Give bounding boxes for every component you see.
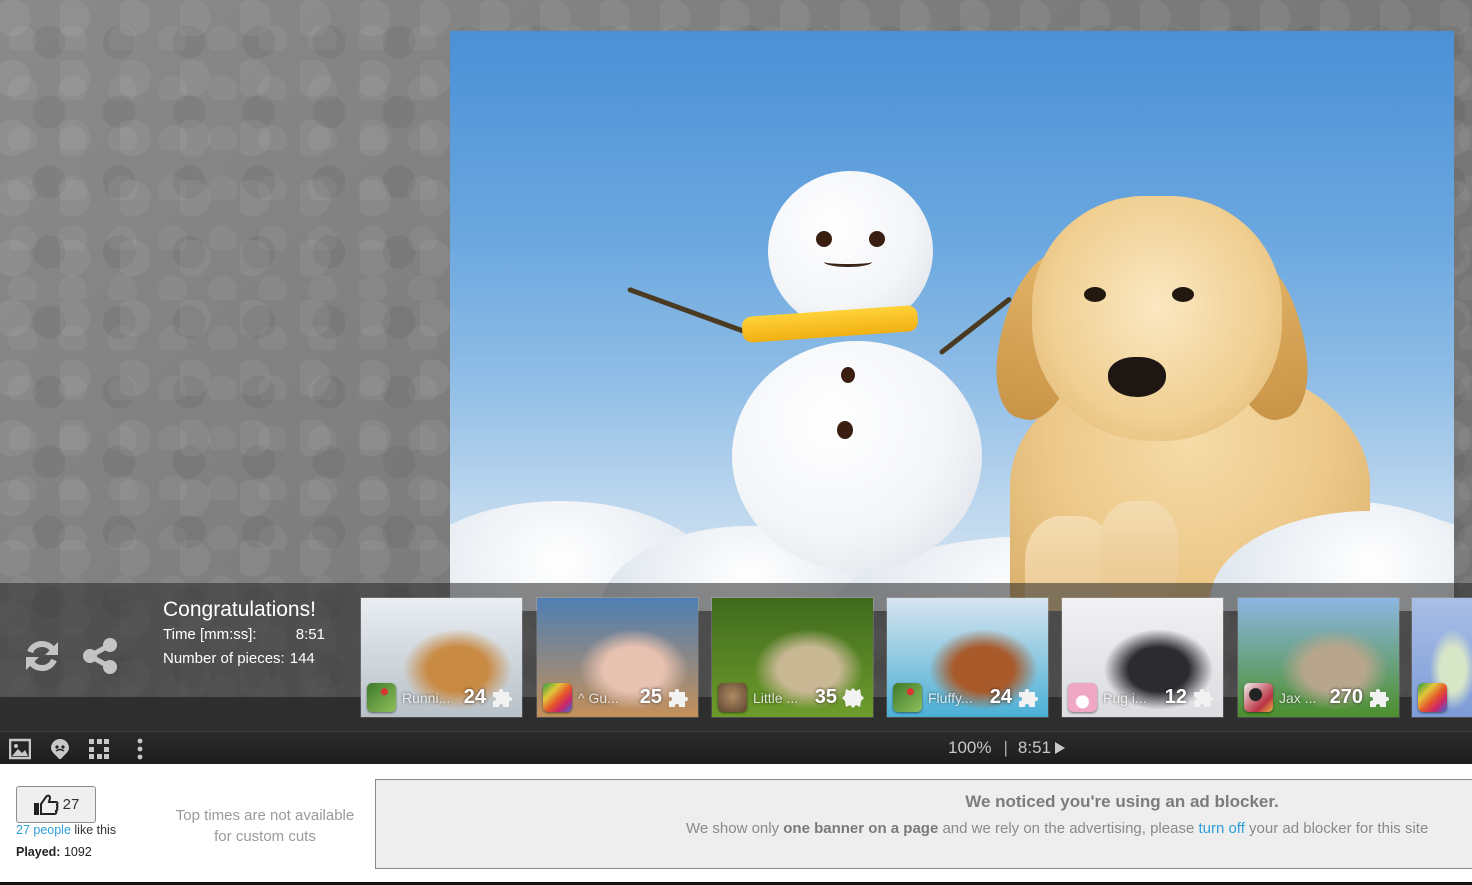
- rainbow-avatar-icon[interactable]: [1418, 683, 1447, 712]
- puzzle-image[interactable]: [450, 31, 1454, 611]
- suggested-puzzle-card[interactable]: Runni... 24: [360, 597, 523, 718]
- bird-avatar-icon[interactable]: [367, 683, 396, 712]
- dog-eye: [1172, 287, 1194, 302]
- msg-text: We show only: [686, 820, 784, 837]
- snowman-bottom: [732, 341, 982, 571]
- puzzle-title: Jax ...: [1279, 690, 1317, 706]
- image-icon[interactable]: [9, 738, 31, 760]
- top-times-line: for custom cuts: [214, 828, 316, 845]
- likers-link[interactable]: 27 people: [16, 823, 71, 837]
- top-times-notice: Top times are not available for custom c…: [160, 805, 370, 847]
- status-readout: 100% | 8:51: [948, 738, 1066, 758]
- grid-icon[interactable]: [88, 738, 110, 760]
- play-icon[interactable]: [1054, 741, 1066, 755]
- piece-count: 25: [639, 686, 662, 708]
- toolbar: 100% | 8:51: [0, 731, 1472, 764]
- adblock-title: We noticed you're using an ad blocker.: [965, 792, 1279, 811]
- suggested-puzzle-card[interactable]: Little ... 35: [711, 597, 874, 718]
- separator: |: [1003, 738, 1008, 757]
- suggested-puzzle-card[interactable]: ^ Gu... 25: [536, 597, 699, 718]
- snowman-arm: [626, 286, 751, 336]
- likes-suffix: like this: [70, 823, 117, 837]
- puzzle-title: Runni...: [402, 690, 451, 706]
- puzzle-piece-icon: [493, 689, 512, 707]
- congrats-title: Congratulations!: [163, 598, 316, 621]
- rainbow-avatar-icon[interactable]: [543, 683, 572, 712]
- like-count: 27: [62, 796, 80, 813]
- turn-off-link[interactable]: turn off: [1198, 820, 1244, 837]
- played-count: Played: 1092: [16, 845, 92, 859]
- refresh-icon[interactable]: [22, 636, 62, 676]
- piece-count: 24: [989, 686, 1012, 708]
- snowman-scarf: [741, 304, 919, 344]
- puzzle-title: Fluffy...: [928, 690, 973, 706]
- time-label: Time [mm:ss]:: [163, 626, 257, 643]
- cat-avatar-icon[interactable]: [718, 683, 747, 712]
- time-value: 8:51: [295, 626, 325, 643]
- hamster-avatar-icon[interactable]: [1068, 683, 1097, 712]
- dog-avatar-icon[interactable]: [1244, 683, 1273, 712]
- snowman-eye: [816, 231, 832, 247]
- time-row: Time [mm:ss]: 8:51: [163, 623, 325, 647]
- pieces-row: Number of pieces: 144: [163, 647, 325, 671]
- more-vertical-icon[interactable]: [129, 738, 151, 760]
- puzzle-title: ^ Gu...: [578, 690, 619, 706]
- completion-summary: Congratulations! Time [mm:ss]: 8:51 Numb…: [163, 597, 325, 671]
- timer: 8:51: [1017, 738, 1051, 757]
- snowman-mouth: [824, 257, 872, 267]
- piece-count: 35: [814, 686, 837, 708]
- played-value: 1092: [60, 845, 92, 859]
- snowman-eye: [869, 231, 885, 247]
- adblock-notice: We noticed you're using an ad blocker. W…: [375, 779, 1472, 869]
- piece-count: 270: [1329, 686, 1363, 708]
- puzzle-title: Little ...: [753, 690, 799, 706]
- like-button[interactable]: 27: [16, 786, 96, 823]
- puzzle-piece-icon: [1370, 689, 1389, 707]
- pieces-label: Number of pieces:: [163, 650, 285, 667]
- ghost-icon[interactable]: [49, 738, 71, 760]
- msg-bold: one banner on a page: [783, 820, 939, 837]
- dog-nose: [1108, 357, 1166, 397]
- puzzle-piece-icon: [1019, 689, 1038, 707]
- share-icon[interactable]: [80, 636, 120, 676]
- dog-head: [1032, 196, 1282, 441]
- puzzle-title: Pug i...: [1103, 690, 1147, 706]
- msg-text: and we rely on the advertising, please: [938, 820, 1199, 837]
- suggested-puzzle-card[interactable]: Jax ... 270: [1237, 597, 1400, 718]
- puzzle-piece-icon: [1194, 689, 1213, 707]
- played-label: Played:: [16, 845, 61, 859]
- thumbs-up-icon: [33, 794, 59, 815]
- dog-eye: [1084, 287, 1106, 302]
- adblock-message: We show only one banner on a page and we…: [686, 820, 1428, 837]
- pieces-value: 144: [289, 650, 315, 667]
- suggested-puzzle-card[interactable]: Pug i... 12: [1061, 597, 1224, 718]
- snowman-button: [841, 367, 855, 383]
- leather-cut-icon: [842, 688, 864, 708]
- top-times-line: Top times are not available: [175, 807, 355, 824]
- suggested-puzzle-card[interactable]: [1411, 597, 1472, 718]
- piece-count: 24: [463, 686, 486, 708]
- snowman-button: [837, 421, 853, 439]
- msg-text: your ad blocker for this site: [1244, 820, 1429, 837]
- suggested-puzzle-card[interactable]: Fluffy... 24: [886, 597, 1049, 718]
- puzzle-piece-icon: [669, 689, 688, 707]
- bird-avatar-icon[interactable]: [893, 683, 922, 712]
- puzzle-board[interactable]: Congratulations! Time [mm:ss]: 8:51 Numb…: [0, 0, 1472, 731]
- likes-summary: 27 people like this: [16, 823, 116, 837]
- zoom-level: 100%: [948, 738, 992, 757]
- piece-count: 12: [1164, 686, 1187, 708]
